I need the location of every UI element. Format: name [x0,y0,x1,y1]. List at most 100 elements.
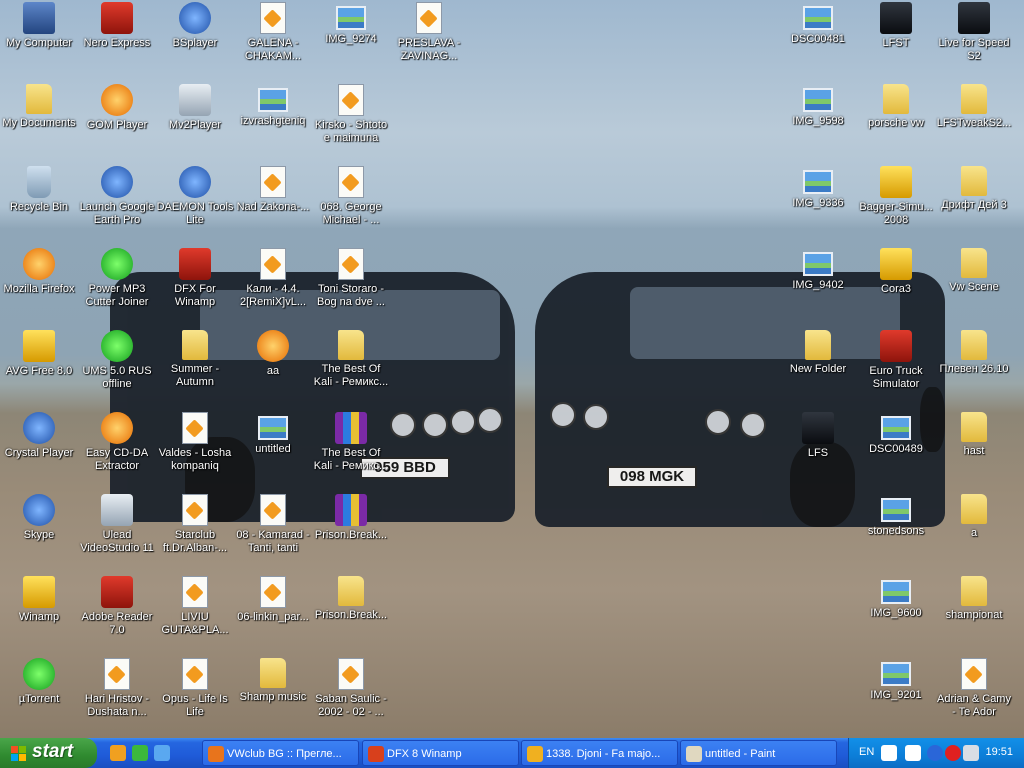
desktop-icon[interactable]: µTorrent [0,656,78,706]
desktop-icon-label: Prison.Break... [314,529,388,541]
desktop-icon[interactable]: Crystal Player [0,410,78,460]
desktop-icon[interactable]: Opus - Life Is Life [156,656,234,719]
desktop-icon[interactable]: My Computer [0,0,78,50]
desktop-icon[interactable]: GALENA - CHAKAM... [234,0,312,63]
desktop-icon[interactable]: DSC00481 [779,0,857,46]
desktop-icon[interactable]: Live for Speed S2 [935,0,1013,63]
desktop-icon[interactable]: Power MP3 Cutter Joiner [78,246,156,309]
audio-file-icon [260,166,286,198]
desktop-icon[interactable]: porsche vw [857,82,935,130]
back-arrow-icon[interactable] [927,745,943,761]
start-button[interactable]: start [0,738,97,768]
desktop-icon[interactable]: Плевен 26.10 [935,328,1013,376]
desktop-icon[interactable]: GOM Player [78,82,156,132]
winrar-icon [335,494,367,526]
display-icon[interactable] [963,745,979,761]
desktop-icon[interactable]: aa [234,328,312,378]
desktop-icon[interactable]: IMG_9600 [857,574,935,620]
desktop-icon[interactable]: Hari Hristov - Dushata n... [78,656,156,719]
desktop-icon[interactable]: Easy CD-DA Extractor [78,410,156,473]
desktop-icon[interactable]: Nero Express [78,0,156,50]
image-file-icon [258,88,288,112]
network-icon[interactable] [905,745,921,761]
desktop-icon-label: Toni Storaro - Bog na dve ... [317,283,385,308]
taskbar-button[interactable]: VWclub BG :: Прегле... [202,740,359,766]
image-file-icon [803,88,833,112]
desktop-icon[interactable]: Дрифт Дей 3 [935,164,1013,212]
desktop-icon[interactable]: shampionat [935,574,1013,622]
desktop-icon[interactable]: Nad Zakona-... [234,164,312,214]
desktop-icon-label: Nero Express [83,37,151,49]
desktop-icon[interactable]: IMG_9274 [312,0,390,46]
desktop-icon[interactable]: Skype [0,492,78,542]
desktop-icon[interactable]: DFX For Winamp [156,246,234,309]
desktop-icon-label: Prison.Break... [314,609,388,621]
internet-explorer-icon[interactable] [154,745,170,761]
desktop-icon[interactable]: The Best Of Kali - Ремикс... [312,410,390,473]
desktop-icon[interactable]: LFS [779,410,857,460]
desktop-icon-label: hast [963,445,985,457]
desktop-icon[interactable]: Shamp music [234,656,312,704]
desktop-icon[interactable]: Saban Saulic - 2002 - 02 - ... [312,656,390,719]
desktop-icon[interactable]: Кали - 4.4. 2[RemiX]vL... [234,246,312,309]
desktop-icon[interactable]: Recycle Bin [0,164,78,214]
desktop-icon[interactable]: Valdes - Losha kompaniq [156,410,234,473]
desktop-icon[interactable]: IMG_9336 [779,164,857,210]
desktop-icon[interactable]: Launch Google Earth Pro [78,164,156,227]
gom-player-icon[interactable] [110,745,126,761]
desktop-icon[interactable]: The Best Of Kali - Ремикс... [312,328,390,389]
desktop-icon[interactable]: untitled [234,410,312,456]
image-file-icon [881,416,911,440]
desktop-icon[interactable]: Mozilla Firefox [0,246,78,296]
help-icon[interactable] [881,745,897,761]
utorrent-icon[interactable] [132,745,148,761]
desktop-icon[interactable]: New Folder [779,328,857,376]
desktop-icon[interactable]: Starclub ft.Dr.Alban-... [156,492,234,555]
desktop-icon[interactable]: stonedsons [857,492,935,538]
desktop-icon[interactable]: BSplayer [156,0,234,50]
desktop-icon[interactable]: LFSTweakS2... [935,82,1013,130]
desktop-icon[interactable]: Ulead VideoStudio 11 [78,492,156,555]
desktop-icon[interactable]: UMS 5.0 RUS offline [78,328,156,391]
taskbar-button[interactable]: 1338. Djoni - Fa majo... [521,740,678,766]
desktop-icon[interactable]: Prison.Break... [312,574,390,622]
desktop-icon-label: DSC00489 [869,443,923,455]
desktop-icon[interactable]: 08 - Kamarad - Tanti, tanti [234,492,312,555]
desktop-icon[interactable]: Euro Truck Simulator [857,328,935,391]
language-indicator[interactable]: EN [859,746,874,758]
taskbar-button[interactable]: untitled - Paint [680,740,837,766]
desktop-icon[interactable]: Adobe Reader 7.0 [78,574,156,637]
taskbar-button[interactable]: DFX 8 Winamp [362,740,519,766]
desktop-icon[interactable]: LIVIU GUTA&PLA... [156,574,234,637]
desktop-icon[interactable]: Summer - Autumn [156,328,234,389]
desktop-icon[interactable]: My Documents [0,82,78,130]
desktop-icon[interactable]: 06-linkin_par... [234,574,312,624]
desktop-icon[interactable]: Cora3 [857,246,935,296]
desktop-icon[interactable]: IMG_9402 [779,246,857,292]
desktop-icon[interactable]: Winamp [0,574,78,624]
desktop-icon[interactable]: Toni Storaro - Bog na dve ... [312,246,390,309]
desktop-icon[interactable]: izvrashgteniq [234,82,312,128]
desktop-icon[interactable]: Kirsko - Shtoto e maimuna [312,82,390,145]
audio-file-icon [338,84,364,116]
desktop-icon[interactable]: hast [935,410,1013,458]
desktop-icon[interactable]: IMG_9598 [779,82,857,128]
desktop-icon[interactable]: Prison.Break... [312,492,390,542]
desktop-icon[interactable]: PRESLAVA - ZAVINAG... [390,0,468,63]
desktop-icon[interactable]: a [935,492,1013,540]
no-entry-icon[interactable] [945,745,961,761]
desktop-icon[interactable]: LFST [857,0,935,50]
desktop-icon[interactable]: Mv2Player [156,82,234,132]
desktop-icon[interactable]: Vw Scene [935,246,1013,294]
desktop-icon[interactable]: IMG_9201 [857,656,935,702]
desktop-icon[interactable]: Adrian & Camy - Te Ador [935,656,1013,719]
desktop-icon[interactable]: DAEMON Tools Lite [156,164,234,227]
desktop-icon-label: New Folder [789,363,847,375]
desktop-icon[interactable]: Bagger-Simu... 2008 [857,164,935,227]
desktop-icon[interactable]: DSC00489 [857,410,935,456]
clock[interactable]: 19:51 [985,746,1013,758]
desktop-icon[interactable]: AVG Free 8.0 [0,328,78,378]
desktop-icon-label: Кали - 4.4. 2[RemiX]vL... [239,283,307,308]
desktop-icon-label: LFSTweakS2... [936,117,1012,129]
desktop-icon[interactable]: 068. George Michael - ... [312,164,390,227]
